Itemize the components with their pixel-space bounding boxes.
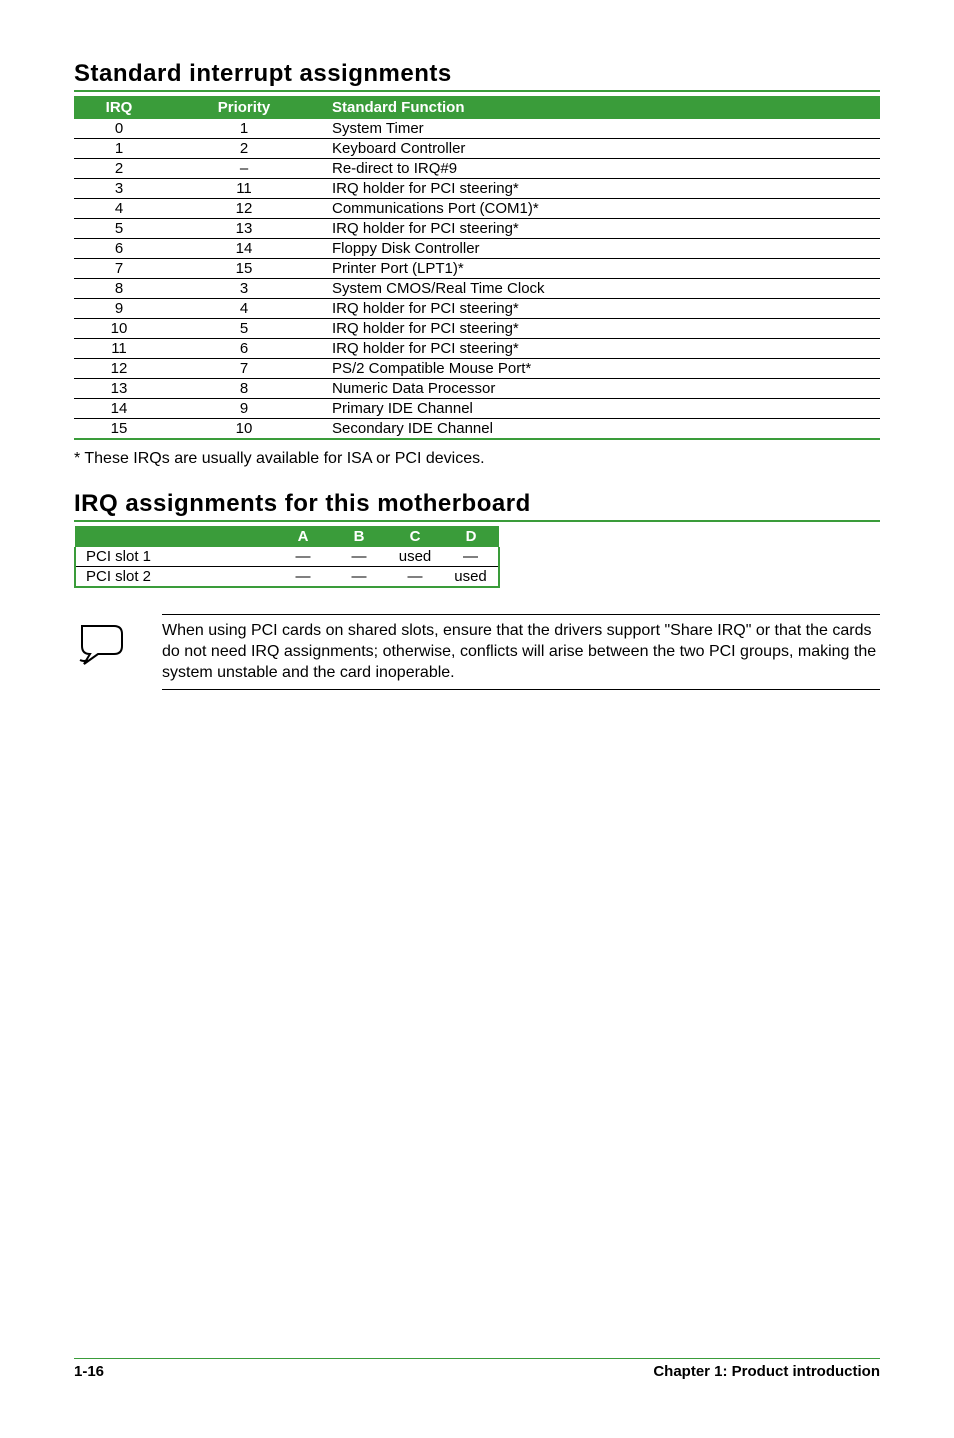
table-row: 1510Secondary IDE Channel [74, 419, 880, 440]
pci-header-c: C [387, 526, 443, 547]
table-row: 01System Timer [74, 119, 880, 139]
irq-header-priority: Priority [164, 96, 324, 119]
note-callout: When using PCI cards on shared slots, en… [74, 614, 880, 690]
irq-header-irq: IRQ [74, 96, 164, 119]
page-footer: 1-16 Chapter 1: Product introduction [74, 1358, 880, 1380]
page-number: 1-16 [74, 1363, 104, 1380]
table-row: 412Communications Port (COM1)* [74, 199, 880, 219]
table-row: 513IRQ holder for PCI steering* [74, 219, 880, 239]
table-row: PCI slot 1——used— [75, 547, 499, 567]
table-row: 614Floppy Disk Controller [74, 239, 880, 259]
table-row: 138Numeric Data Processor [74, 379, 880, 399]
note-text: When using PCI cards on shared slots, en… [162, 614, 880, 690]
irq-header-function: Standard Function [324, 96, 880, 119]
table-row: 116IRQ holder for PCI steering* [74, 339, 880, 359]
note-icon [74, 620, 134, 671]
table-row: 94IRQ holder for PCI steering* [74, 299, 880, 319]
table-row: 12Keyboard Controller [74, 139, 880, 159]
irq-footnote: * These IRQs are usually available for I… [74, 450, 880, 468]
pci-header-a: A [275, 526, 331, 547]
table-row: PCI slot 2———used [75, 567, 499, 588]
table-row: 149Primary IDE Channel [74, 399, 880, 419]
table-row: 105IRQ holder for PCI steering* [74, 319, 880, 339]
table-row: 127PS/2 Compatible Mouse Port* [74, 359, 880, 379]
table-row: 83System CMOS/Real Time Clock [74, 279, 880, 299]
chapter-label: Chapter 1: Product introduction [653, 1363, 880, 1380]
pci-table: A B C D PCI slot 1——used—PCI slot 2———us… [74, 526, 500, 588]
table-row: 715Printer Port (LPT1)* [74, 259, 880, 279]
irq-table: IRQ Priority Standard Function 01System … [74, 96, 880, 440]
pci-header-b: B [331, 526, 387, 547]
table-row: 311IRQ holder for PCI steering* [74, 179, 880, 199]
table-row: 2–Re-direct to IRQ#9 [74, 159, 880, 179]
pci-header-d: D [443, 526, 499, 547]
pci-header-blank [75, 526, 275, 547]
section1-title: Standard interrupt assignments [74, 60, 880, 90]
section2-title: IRQ assignments for this motherboard [74, 490, 880, 520]
